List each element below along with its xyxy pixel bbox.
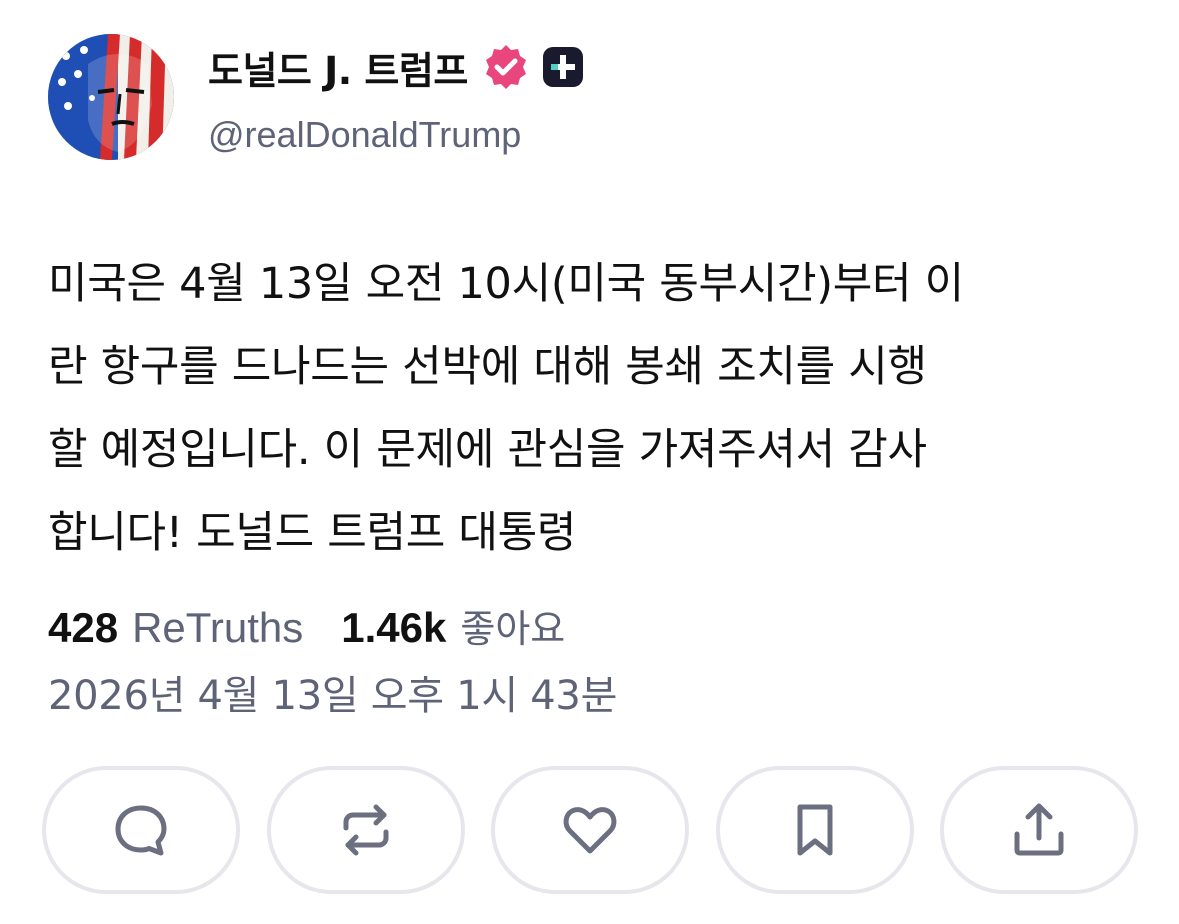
avatar[interactable]	[48, 34, 174, 160]
reply-button[interactable]	[42, 766, 240, 894]
name-row: 도널드 J. 트럼프	[208, 40, 584, 94]
like-button[interactable]	[491, 766, 689, 894]
user-handle[interactable]: @realDonaldTrump	[208, 114, 584, 156]
post-line: 할 예정입니다. 이 문제에 관심을 가져주셔서 감사	[48, 425, 927, 475]
author-info: 도널드 J. 트럼프 @realDonaldTrump	[208, 40, 584, 156]
likes-label[interactable]: 좋아요	[460, 598, 565, 653]
post-stats: 428 ReTruths 1.46k 좋아요	[48, 598, 565, 653]
truth-plus-icon	[542, 46, 584, 88]
share-button[interactable]	[940, 766, 1138, 894]
post-timestamp: 2026년 4월 13일 오후 1시 43분	[48, 673, 618, 719]
post-line: 합니다! 도널드 트럼프 대통령	[48, 508, 577, 558]
likes-count[interactable]: 1.46k	[341, 604, 446, 652]
retruth-button[interactable]	[266, 766, 465, 894]
display-name[interactable]: 도널드 J. 트럼프	[208, 40, 468, 95]
retruth-icon	[343, 804, 388, 856]
post-header: 도널드 J. 트럼프 @realDonaldTrump	[48, 34, 1128, 164]
retruths-count[interactable]: 428	[48, 604, 118, 652]
avatar-image	[48, 34, 174, 160]
verified-badge-icon	[482, 43, 530, 91]
reply-icon	[115, 805, 167, 856]
bookmark-button[interactable]	[715, 766, 914, 894]
post-line: 란 항구를 드나드는 선박에 대해 봉쇄 조치를 시행	[48, 342, 927, 392]
post-line: 미국은 4월 13일 오전 10시(미국 동부시간)부터 이	[48, 259, 964, 309]
post-body: 미국은 4월 13일 오전 10시(미국 동부시간)부터 이 란 항구를 드나드…	[48, 243, 1138, 575]
like-icon	[563, 807, 617, 854]
share-icon	[1014, 803, 1064, 856]
action-bar	[42, 766, 1138, 894]
retruths-label[interactable]: ReTruths	[132, 604, 303, 652]
bookmark-icon	[797, 804, 832, 856]
